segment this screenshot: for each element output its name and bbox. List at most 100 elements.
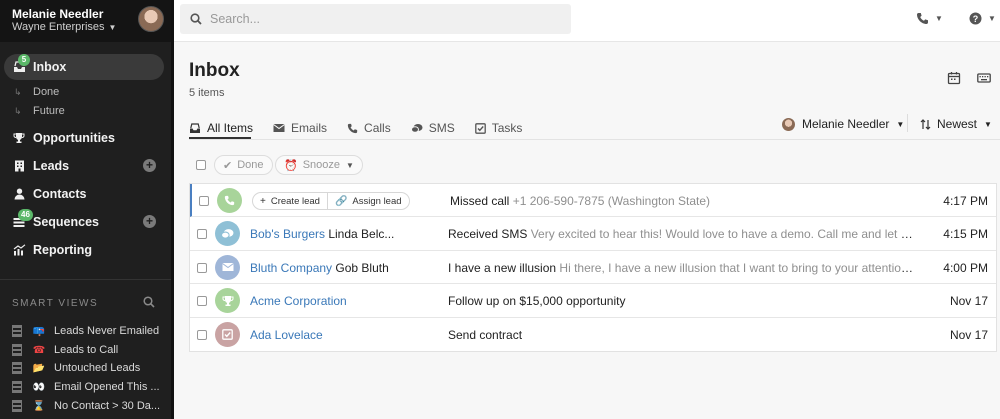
smart-view-item[interactable]: ☎ Leads to Call xyxy=(12,342,162,358)
chart-icon xyxy=(12,243,26,257)
table-row[interactable]: Ada Lovelace Send contract Nov 17 xyxy=(190,317,996,351)
row-subject: Send contract xyxy=(448,327,523,342)
building-icon xyxy=(12,325,22,337)
avatar[interactable] xyxy=(138,6,164,32)
email-avatar xyxy=(215,254,240,280)
chat-bubbles-icon xyxy=(221,229,234,239)
sidebar-item-label: Sequences xyxy=(33,215,100,229)
calendar-icon[interactable] xyxy=(947,71,961,85)
table-row[interactable]: Acme Corporation Follow up on $15,000 op… xyxy=(190,284,996,318)
contact-name[interactable]: Linda Belc... xyxy=(328,227,394,241)
sequences-icon: 46 xyxy=(12,209,33,229)
search-icon[interactable] xyxy=(143,296,155,308)
row-checkbox[interactable] xyxy=(197,229,207,240)
tab-calls[interactable]: Calls xyxy=(347,117,391,139)
keyboard-icon[interactable] xyxy=(977,71,991,85)
envelope-icon xyxy=(221,263,234,272)
assign-lead-button[interactable]: 🔗 Assign lead xyxy=(327,192,410,210)
caret-down-icon: ▼ xyxy=(346,160,354,170)
row-subject: Follow up on $15,000 opportunity xyxy=(448,294,626,309)
help-menu-button[interactable]: ? ▼ xyxy=(969,12,996,25)
sidebar-subitem-future[interactable]: ↳ Future xyxy=(14,105,65,117)
user-menu[interactable]: Melanie Needler Wayne Enterprises ▼ xyxy=(0,0,174,42)
building-icon xyxy=(12,344,22,356)
smart-view-label: Leads Never Emailed xyxy=(54,325,160,337)
row-description: Follow up on $15,000 opportunity xyxy=(448,294,918,308)
table-row[interactable]: Bluth Company Gob Bluth I have a new ill… xyxy=(190,250,996,285)
checkmark-icon: ✔ xyxy=(223,159,233,172)
row-lead: Bluth Company Gob Bluth xyxy=(250,261,389,275)
sort-dropdown[interactable]: Newest ▼ xyxy=(920,115,992,133)
lead-link[interactable]: Acme Corporation xyxy=(250,294,347,308)
tab-sms[interactable]: SMS xyxy=(410,117,455,139)
sms-avatar xyxy=(215,221,240,247)
table-row[interactable]: + Create lead 🔗 Assign lead Missed call +1… xyxy=(190,184,996,218)
tab-label: Calls xyxy=(364,121,391,135)
tab-all-items[interactable]: All Items xyxy=(189,117,253,139)
trophy-icon xyxy=(12,131,26,145)
snooze-button[interactable]: ⏰ Snooze ▼ xyxy=(275,155,363,175)
tab-label: All Items xyxy=(207,121,254,135)
sidebar-item-inbox[interactable]: 5 Inbox xyxy=(4,54,164,80)
sidebar-divider xyxy=(0,279,171,280)
create-lead-label: Create lead xyxy=(270,195,320,207)
table-row[interactable]: Bob's Burgers Linda Belc... Received SMS… xyxy=(190,217,996,251)
sidebar-item-label: Reporting xyxy=(33,243,93,257)
sidebar-item-opportunities[interactable]: Opportunities xyxy=(4,125,164,151)
item-count: 5 items xyxy=(189,87,225,99)
row-checkbox[interactable] xyxy=(199,196,209,206)
row-subject: I have a new illusion xyxy=(448,260,557,275)
smart-view-item[interactable]: 📪 Leads Never Emailed xyxy=(12,323,162,339)
create-lead-button[interactable]: + Create lead xyxy=(252,192,328,210)
smart-view-item[interactable]: ⌛ No Contact > 30 Da... xyxy=(12,398,162,414)
smart-view-label: Untouched Leads xyxy=(54,362,141,374)
alarm-clock-icon: ⏰ xyxy=(284,159,298,172)
smart-view-label: Email Opened This ... xyxy=(54,381,160,393)
caret-down-icon: ▼ xyxy=(108,23,117,32)
task-avatar xyxy=(215,321,240,347)
caret-down-icon: ▼ xyxy=(984,119,992,129)
smart-view-item[interactable]: 👀 Email Opened This ... xyxy=(12,379,162,395)
sidebar-item-sequences[interactable]: 46 Sequences + xyxy=(4,209,164,235)
add-sequence-button[interactable]: + xyxy=(143,215,156,228)
assign-lead-label: Assign lead xyxy=(352,195,402,207)
tab-label: Tasks xyxy=(491,121,523,135)
search-input[interactable]: Search... xyxy=(180,4,571,34)
row-checkbox[interactable] xyxy=(197,296,207,307)
phone-menu-button[interactable]: ▼ xyxy=(916,12,943,25)
plus-icon: + xyxy=(260,195,266,207)
sidebar-item-contacts[interactable]: Contacts xyxy=(4,181,164,207)
user-filter-label: Melanie Needler xyxy=(802,117,890,131)
sidebar-item-leads[interactable]: Leads + xyxy=(4,153,164,179)
done-button[interactable]: ✔ Done xyxy=(214,155,273,175)
add-lead-button[interactable]: + xyxy=(143,159,156,172)
lead-link[interactable]: Ada Lovelace xyxy=(250,328,323,342)
sidebar-subitem-label: Done xyxy=(33,86,60,98)
building-icon xyxy=(12,159,26,173)
page-title: Inbox xyxy=(189,60,240,81)
user-filter-dropdown[interactable]: Melanie Needler ▼ xyxy=(782,115,904,133)
smart-view-label: No Contact > 30 Da... xyxy=(54,400,161,412)
row-checkbox[interactable] xyxy=(197,329,207,340)
sidebar-subitem-done[interactable]: ↳ Done xyxy=(14,86,59,98)
tab-emails[interactable]: Emails xyxy=(273,117,327,139)
lead-link[interactable]: Bluth Company xyxy=(250,261,332,275)
filter-divider xyxy=(907,114,908,132)
subitem-arrow-icon: ↳ xyxy=(14,86,22,97)
sidebar-item-reporting[interactable]: Reporting xyxy=(4,237,164,263)
lead-link[interactable]: Bob's Burgers xyxy=(250,227,325,241)
contact-name[interactable]: Gob Bluth xyxy=(335,261,388,275)
link-icon: 🔗 xyxy=(334,195,348,207)
row-description: Send contract xyxy=(448,328,918,342)
row-time: Nov 17 xyxy=(949,327,988,342)
org-name[interactable]: Wayne Enterprises ▼ xyxy=(12,21,116,33)
user-name: Melanie Needler xyxy=(12,7,104,21)
smart-view-item[interactable]: 📂 Untouched Leads xyxy=(12,360,162,376)
phone-icon xyxy=(347,123,358,133)
row-time: 4:15 PM xyxy=(943,227,988,242)
caret-down-icon: ▼ xyxy=(988,14,996,23)
row-checkbox[interactable] xyxy=(197,262,207,273)
select-all-checkbox[interactable] xyxy=(196,160,206,170)
tab-tasks[interactable]: Tasks xyxy=(474,117,523,139)
eyes-icon: 👀 xyxy=(32,381,46,393)
